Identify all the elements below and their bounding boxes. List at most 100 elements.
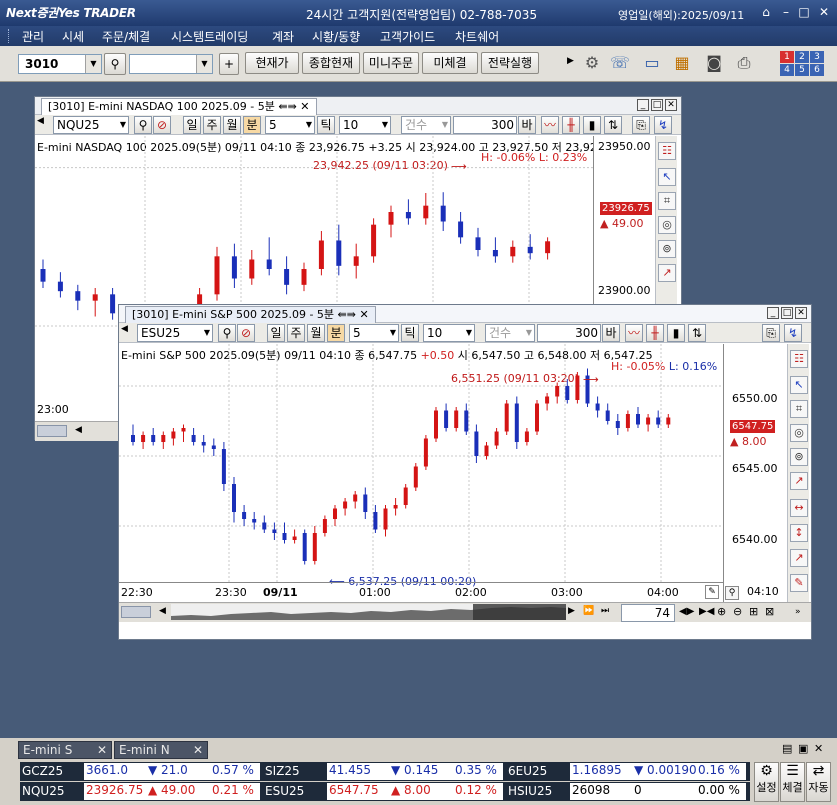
search-icon[interactable]: ⚲ [218,324,236,342]
minimize-icon[interactable]: _ [767,307,779,319]
horizontal-scrollbar[interactable]: ◀ [35,421,125,441]
refresh-icon[interactable]: ↯ [784,324,802,342]
menu-account[interactable]: 계좌 [272,28,294,45]
period-minute[interactable]: 분 [243,116,261,134]
zoom-icon[interactable]: ◎ [658,216,676,234]
settings-button[interactable]: ⚙ 설정 [754,762,779,802]
crosshair-icon[interactable]: ⌗ [658,192,676,210]
cursor-icon[interactable]: ↖ [658,168,676,186]
maximize-icon[interactable]: □ [781,307,793,319]
zoom-count-input[interactable]: 74 [621,604,675,622]
menu-quotes[interactable]: 시세 [62,28,84,45]
crosshair-icon[interactable]: ⌗ [790,400,808,418]
mini-order-button[interactable]: 미니주문 [363,52,419,74]
maximize-icon[interactable]: □ [651,99,663,111]
chevron-left-icon[interactable]: ◀ [37,116,44,126]
scroll-left-icon[interactable]: ◀ [75,425,82,435]
home-icon[interactable]: ⌂ [758,4,774,20]
auto-button[interactable]: ⇄ 자동 [806,762,831,802]
period-day[interactable]: 일 [267,324,285,342]
bar-chart-icon[interactable]: ▮ [583,116,601,134]
chart-window-sp500[interactable]: [3010] E-mini S&P 500 2025.09 - 5분 ⇚⇛ ✕ … [118,304,812,640]
fit-icon[interactable]: ⊞ [749,605,758,618]
cursor-icon[interactable]: ↖ [790,376,808,394]
chevron-right-icon[interactable]: ▶ [567,56,574,66]
tick-toggle[interactable]: 틱 [401,324,419,342]
layout-3[interactable]: 3 [810,51,824,63]
copy-icon[interactable]: ⎘ [762,324,780,342]
menu-manage[interactable]: 관리 [22,28,44,45]
window-titlebar[interactable]: [3010] E-mini NASDAQ 100 2025.09 - 5분 ⇚⇛… [35,97,681,115]
scroll-left-icon[interactable]: ◀ [159,606,166,616]
period-minute[interactable]: 분 [327,324,345,342]
minimize-icon[interactable]: – [778,4,794,20]
strategy-run-button[interactable]: 전략실행 [481,52,539,74]
layout-6[interactable]: 6 [810,64,824,76]
layout-1[interactable]: 1 [780,51,794,63]
chevron-left-icon[interactable]: ◀ [121,324,128,334]
monitor-icon[interactable]: ▭ [640,51,664,75]
gear-icon[interactable]: ⚙ [580,51,604,75]
chart-plot-sp500[interactable]: E-mini S&P 500 2025.09(5분) 09/11 04:10 종… [119,344,723,588]
print-icon[interactable]: ⎙ [732,51,756,75]
bottom-tab-sp[interactable]: E-mini S ✕ [18,741,112,759]
summary-price-button[interactable]: 종합현재 [302,52,360,74]
menu-guide[interactable]: 고객가이드 [380,28,435,45]
line-chart-icon[interactable]: 〰 [625,324,643,342]
tick-value-combo[interactable]: 10 ▼ [339,116,391,134]
period-week[interactable]: 주 [287,324,305,342]
expand-icon[interactable]: ◀▶ [679,606,694,617]
close-icon[interactable]: ✕ [816,4,832,20]
window-titlebar[interactable]: [3010] E-mini S&P 500 2025.09 - 5분 ⇚⇛ ✕ … [119,305,811,323]
bar-count-input[interactable]: 300 [537,324,601,342]
maximize-icon[interactable]: □ [796,4,812,20]
line-chart-icon[interactable]: 〰 [541,116,559,134]
horizontal-scrollbar[interactable]: ◀ ▶ ⏩ ⏭ 74 ◀▶ ▶◀ ⊕ ⊖ ⊞ ⊠ » [119,602,811,622]
period-day[interactable]: 일 [183,116,201,134]
period-value-combo[interactable]: 5 ▼ [265,116,315,134]
scroll-thumb[interactable] [121,606,151,618]
add-button[interactable]: + [219,53,239,75]
candle-chart-icon[interactable]: ╫ [562,116,580,134]
period-month[interactable]: 월 [223,116,241,134]
bottom-tab-nq[interactable]: E-mini N ✕ [114,741,208,759]
minimize-icon[interactable]: _ [637,99,649,111]
screen-number-combo[interactable]: 3010 ▼ [18,54,102,74]
camera-icon[interactable]: ◙ [702,51,726,75]
symbol-combo[interactable]: ESU25 ▼ [137,324,213,342]
object-list-icon[interactable]: ☷ [658,142,676,160]
ticker-row-1[interactable]: GCZ25 3661.0 ▼ 21.0 0.57 % SIZ25 41.455 ▼ 0.14… [20,762,750,781]
fills-button[interactable]: ☰ 체결 [780,762,805,802]
scroll-thumb[interactable] [37,425,67,437]
search-icon[interactable]: ⚲ [134,116,152,134]
object-list-icon[interactable]: ☷ [790,350,808,368]
trend-icon[interactable]: ↗ [790,472,808,490]
current-price-button[interactable]: 현재가 [245,52,299,74]
collapse-icon[interactable]: » [795,607,801,617]
horizontal-line-icon[interactable]: ↔ [790,499,808,517]
layout-5[interactable]: 5 [795,64,809,76]
contract-icon[interactable]: ▶◀ [699,606,714,617]
menu-chartshare[interactable]: 차트쉐어 [455,28,499,45]
layout-icon[interactable]: ▤ [782,742,792,755]
chevron-down-icon[interactable]: ▼ [85,55,101,73]
vertical-line-icon[interactable]: ↕ [790,524,808,542]
sort-icon[interactable]: ⇅ [604,116,622,134]
scroll-right-icon[interactable]: ▶ [568,606,575,616]
chevron-down-icon[interactable]: ▼ [196,55,212,73]
fib-icon[interactable]: ⊚ [658,240,676,258]
layout-grid-icon[interactable]: ▦ [670,51,694,75]
menu-order[interactable]: 주문/체결 [102,28,150,45]
zoom-icon[interactable]: ◎ [790,424,808,442]
count-combo[interactable]: 건수 ▼ [485,324,535,342]
screen-search-combo[interactable]: ▼ [129,54,213,74]
contacts-icon[interactable]: ☏ [608,51,632,75]
zoom-out-icon[interactable]: ⊖ [733,605,742,618]
fib-icon[interactable]: ⊚ [790,448,808,466]
symbol-combo[interactable]: NQU25 ▼ [53,116,129,134]
layout-2[interactable]: 2 [795,51,809,63]
arrow-icon[interactable]: ↗ [790,549,808,567]
close-icon[interactable]: ✕ [795,307,807,319]
zoom-in-icon[interactable]: ⊕ [717,605,726,618]
unfilled-button[interactable]: 미체결 [422,52,478,74]
